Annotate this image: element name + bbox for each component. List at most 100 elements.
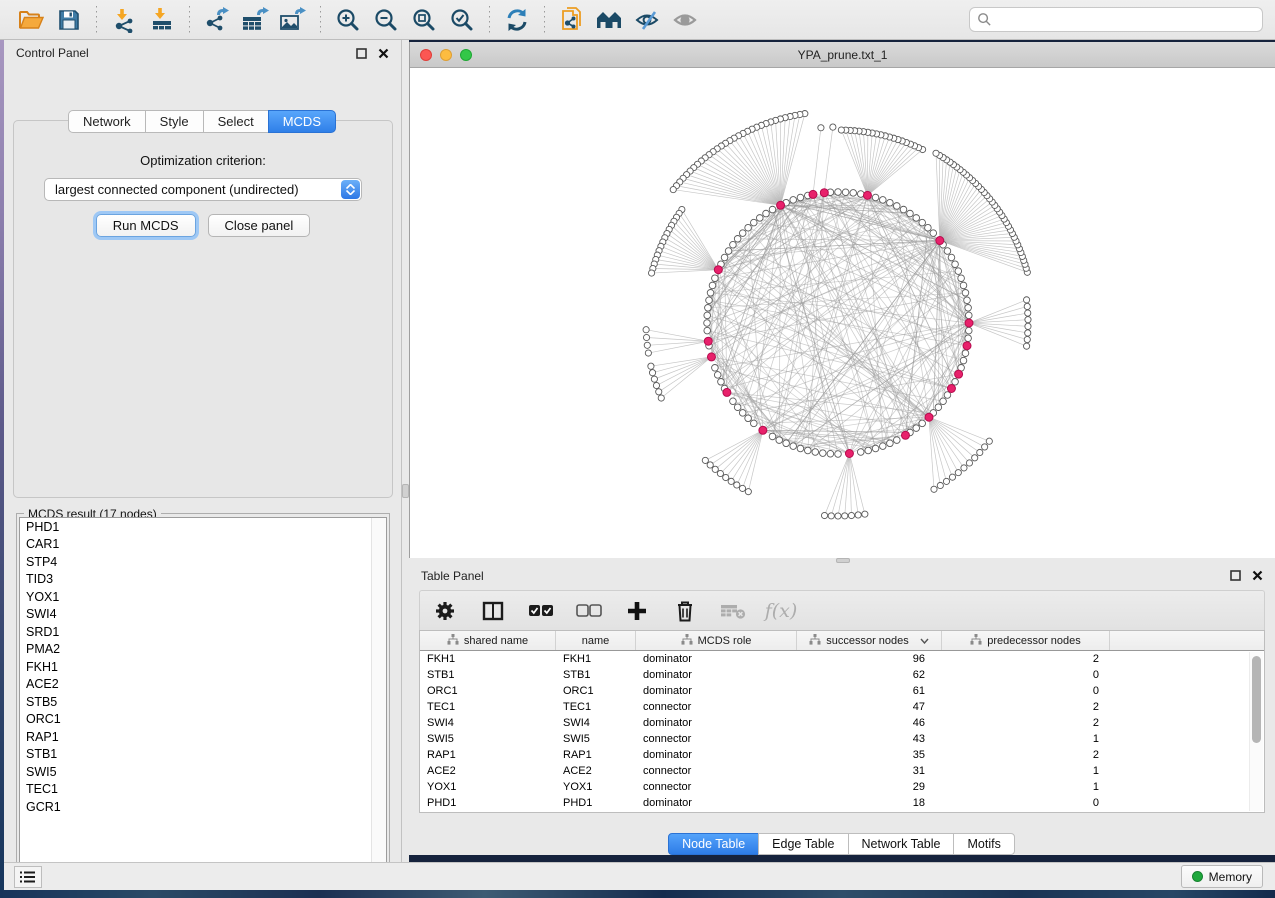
network-node[interactable] xyxy=(907,210,914,217)
network-node[interactable] xyxy=(769,206,776,213)
network-node[interactable] xyxy=(709,282,716,289)
network-node[interactable] xyxy=(944,248,951,255)
network-leaf-node[interactable] xyxy=(933,150,939,156)
network-leaf-node[interactable] xyxy=(943,478,949,484)
network-node[interactable] xyxy=(704,320,711,327)
network-node[interactable] xyxy=(965,312,972,319)
network-node[interactable] xyxy=(776,437,783,444)
network-node[interactable] xyxy=(734,404,741,411)
tab-node-table[interactable]: Node Table xyxy=(668,833,759,855)
network-leaf-node[interactable] xyxy=(670,186,676,192)
network-node[interactable] xyxy=(900,206,907,213)
mcds-result-item[interactable]: ACE2 xyxy=(20,676,386,694)
column-header-successor-nodes[interactable]: successor nodes xyxy=(797,631,942,650)
search-input[interactable] xyxy=(992,13,1255,27)
column-header-predecessor-nodes[interactable]: predecessor nodes xyxy=(942,631,1110,650)
vertical-splitter[interactable] xyxy=(402,40,409,862)
network-node[interactable] xyxy=(962,350,969,357)
splitter-handle[interactable] xyxy=(836,558,850,563)
network-leaf-node[interactable] xyxy=(830,124,836,130)
network-node[interactable] xyxy=(797,194,804,201)
network-graph[interactable] xyxy=(410,68,1275,558)
network-node[interactable] xyxy=(707,289,714,296)
network-node[interactable] xyxy=(704,327,711,334)
table-row[interactable]: ORC1ORC1dominator610 xyxy=(420,683,1264,699)
network-leaf-node[interactable] xyxy=(955,470,961,476)
mcds-node[interactable] xyxy=(809,190,817,198)
network-node[interactable] xyxy=(721,254,728,261)
hide-selected-icon[interactable] xyxy=(629,4,667,36)
zoom-out-icon[interactable] xyxy=(367,4,405,36)
mcds-node[interactable] xyxy=(714,266,722,274)
network-node[interactable] xyxy=(958,275,965,282)
network-leaf-node[interactable] xyxy=(821,512,827,518)
network-leaf-node[interactable] xyxy=(648,363,654,369)
network-leaf-node[interactable] xyxy=(717,470,723,476)
export-table-icon[interactable] xyxy=(236,4,274,36)
mcds-node[interactable] xyxy=(777,201,785,209)
splitter-handle[interactable] xyxy=(402,484,409,498)
tab-motifs[interactable]: Motifs xyxy=(953,833,1014,855)
add-column-icon[interactable] xyxy=(624,598,650,624)
network-node[interactable] xyxy=(745,224,752,231)
column-header-shared-name[interactable]: shared name xyxy=(420,631,556,650)
network-node[interactable] xyxy=(955,268,962,275)
network-leaf-node[interactable] xyxy=(702,457,708,463)
tab-style[interactable]: Style xyxy=(145,110,204,133)
table-row[interactable]: SWI4SWI4dominator462 xyxy=(420,715,1264,731)
mcds-result-item[interactable]: RAP1 xyxy=(20,728,386,746)
network-leaf-node[interactable] xyxy=(982,444,988,450)
table-row[interactable]: STB1STB1dominator620 xyxy=(420,667,1264,683)
network-node[interactable] xyxy=(893,203,900,210)
network-node[interactable] xyxy=(750,420,757,427)
network-canvas[interactable] xyxy=(410,68,1275,558)
mcds-result-item[interactable]: SWI4 xyxy=(20,606,386,624)
float-panel-icon[interactable] xyxy=(355,47,367,59)
network-leaf-node[interactable] xyxy=(739,485,745,491)
network-node[interactable] xyxy=(842,189,849,196)
network-leaf-node[interactable] xyxy=(1025,317,1031,323)
mcds-result-item[interactable]: STB1 xyxy=(20,746,386,764)
network-leaf-node[interactable] xyxy=(961,465,967,471)
import-table-icon[interactable] xyxy=(143,4,181,36)
table-row[interactable]: PHD1PHD1dominator180 xyxy=(420,795,1264,811)
network-node[interactable] xyxy=(783,440,790,447)
column-layout-icon[interactable] xyxy=(480,598,506,624)
first-neighbors-icon[interactable] xyxy=(591,4,629,36)
scrollbar-thumb[interactable] xyxy=(1252,656,1261,743)
network-leaf-node[interactable] xyxy=(707,462,713,468)
network-node[interactable] xyxy=(935,404,942,411)
network-node[interactable] xyxy=(965,304,972,311)
tab-select[interactable]: Select xyxy=(203,110,269,133)
mcds-result-list[interactable]: PHD1CAR1STP4TID3YOX1SWI4SRD1PMA2FKH1ACE2… xyxy=(19,517,387,875)
close-panel-icon[interactable] xyxy=(1251,570,1263,582)
network-leaf-node[interactable] xyxy=(745,489,751,495)
network-node[interactable] xyxy=(948,254,955,261)
network-leaf-node[interactable] xyxy=(1024,336,1030,342)
mcds-result-item[interactable]: CAR1 xyxy=(20,536,386,554)
mcds-node[interactable] xyxy=(925,413,933,421)
network-leaf-node[interactable] xyxy=(1023,343,1029,349)
network-leaf-node[interactable] xyxy=(643,327,649,333)
network-node[interactable] xyxy=(819,450,826,457)
table-row[interactable]: RAP1RAP1dominator352 xyxy=(420,747,1264,763)
network-node[interactable] xyxy=(965,335,972,342)
network-node[interactable] xyxy=(913,425,920,432)
mcds-result-item[interactable]: TEC1 xyxy=(20,781,386,799)
network-node[interactable] xyxy=(745,415,752,422)
export-network-icon[interactable] xyxy=(198,4,236,36)
network-node[interactable] xyxy=(944,392,951,399)
network-node[interactable] xyxy=(812,449,819,456)
network-node[interactable] xyxy=(712,275,719,282)
network-node[interactable] xyxy=(919,219,926,226)
network-leaf-node[interactable] xyxy=(937,482,943,488)
network-leaf-node[interactable] xyxy=(986,438,992,444)
network-node[interactable] xyxy=(718,378,725,385)
network-leaf-node[interactable] xyxy=(835,513,841,519)
network-window-titlebar[interactable]: YPA_prune.txt_1 xyxy=(410,42,1275,68)
list-scrollbar[interactable] xyxy=(371,518,386,874)
network-node[interactable] xyxy=(704,312,711,319)
mcds-result-item[interactable]: SRD1 xyxy=(20,623,386,641)
mcds-node[interactable] xyxy=(947,385,955,393)
network-node[interactable] xyxy=(880,197,887,204)
